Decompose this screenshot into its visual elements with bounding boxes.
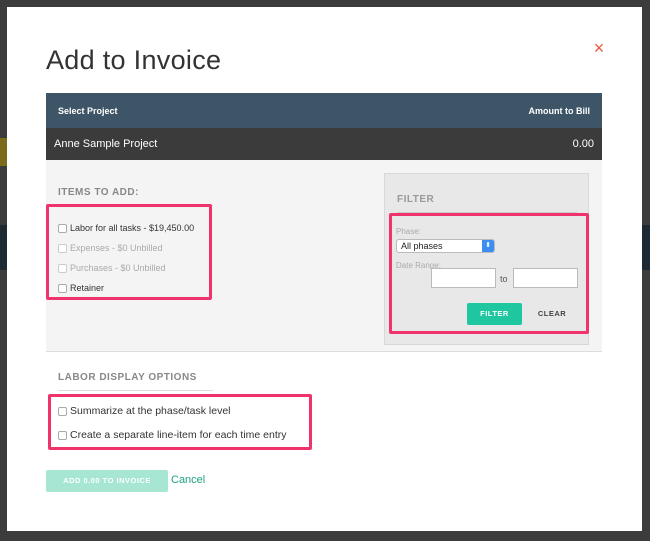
to-label: to [500,274,508,284]
backdrop-bar [0,225,7,270]
backdrop-accent [0,138,7,166]
divider [58,205,213,206]
add-to-invoice-button[interactable]: ADD 0.00 TO INVOICE [46,470,168,492]
date-from-input[interactable] [431,268,496,288]
filter-panel: FILTER Phase: All phases ⬍ Date Range: t… [384,173,589,345]
divider [58,390,213,391]
add-to-invoice-modal: Add to Invoice × Select Project Amount t… [7,7,642,531]
filter-button[interactable]: FILTER [467,303,522,325]
clear-button[interactable]: CLEAR [532,303,572,325]
item-retainer[interactable]: Retainer [58,283,104,293]
option-label: Summarize at the phase/task level [70,405,231,417]
purchases-checkbox [58,263,67,273]
phase-select[interactable]: All phases ⬍ [396,239,495,253]
separate-line-item-checkbox[interactable] [58,430,67,440]
item-label: Retainer [70,283,105,293]
summarize-checkbox[interactable] [58,406,67,416]
item-expenses: Expenses - $0 Unbilled [58,243,163,253]
filter-heading: FILTER [397,194,435,205]
project-amount: 0.00 [572,138,594,150]
date-to-input[interactable] [513,268,578,288]
expenses-checkbox [58,243,67,253]
items-to-add-heading: ITEMS TO ADD: [58,187,139,198]
item-label: Labor for all tasks - $19,450.00 [70,223,195,233]
item-label: Expenses - $0 Unbilled [70,243,163,253]
close-icon[interactable]: × [590,39,608,57]
item-labor[interactable]: Labor for all tasks - $19,450.00 [58,223,194,233]
divider [397,212,577,213]
item-label: Purchases - $0 Unbilled [70,263,166,273]
project-row[interactable]: Anne Sample Project 0.00 [46,128,602,160]
option-separate-line-item[interactable]: Create a separate line-item for each tim… [58,429,287,441]
labor-checkbox[interactable] [58,223,67,233]
select-project-header: Select Project [58,106,118,116]
modal-title: Add to Invoice [46,45,222,75]
phase-value: All phases [401,241,443,251]
cancel-link[interactable]: Cancel [171,474,205,486]
backdrop-bar [642,225,650,270]
item-purchases: Purchases - $0 Unbilled [58,263,166,273]
option-summarize[interactable]: Summarize at the phase/task level [58,405,231,417]
amount-to-bill-header: Amount to Bill [528,106,591,116]
select-arrows-icon: ⬍ [482,240,494,252]
labor-display-heading: LABOR DISPLAY OPTIONS [58,372,197,383]
labor-options-highlight-box [48,394,312,450]
option-label: Create a separate line-item for each tim… [70,429,287,441]
project-table-header: Select Project Amount to Bill [46,93,602,128]
project-name: Anne Sample Project [54,138,158,150]
phase-label: Phase: [396,227,421,236]
retainer-checkbox[interactable] [58,283,67,293]
